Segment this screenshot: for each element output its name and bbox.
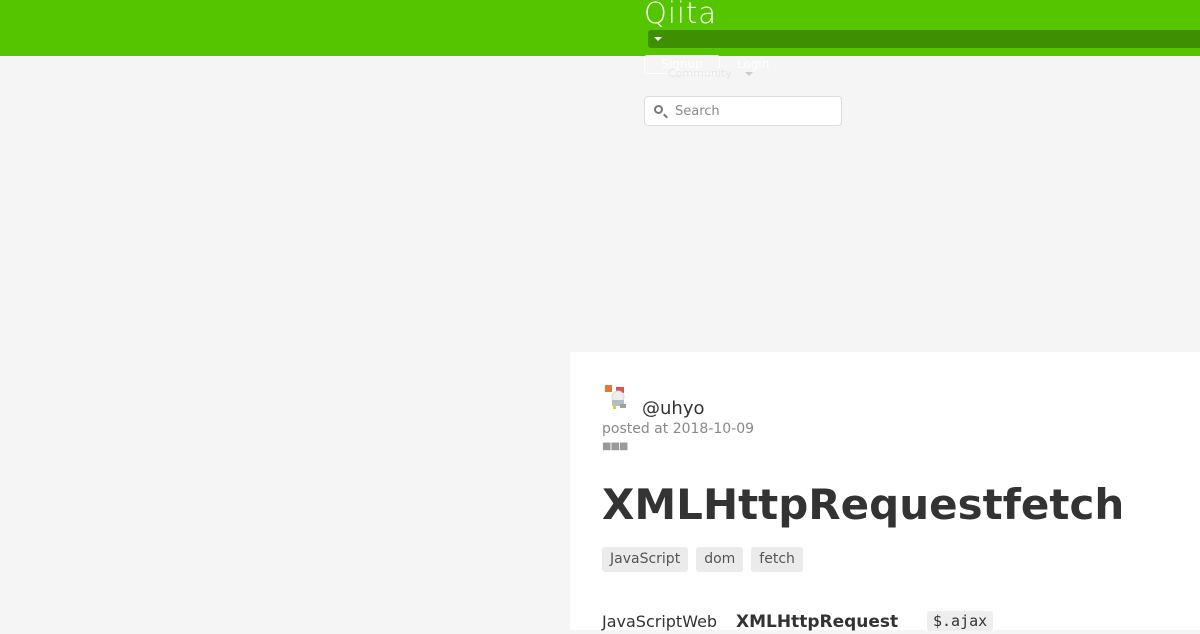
tag-list: JavaScript dom fetch — [602, 547, 803, 572]
posted-date: posted at 2018-10-09 — [602, 421, 755, 437]
community-menu[interactable]: Community — [668, 67, 732, 80]
article-body-first-line: JavaScriptWeb XMLHttpRequest $.ajax — [602, 611, 1200, 634]
search-box[interactable] — [644, 96, 842, 126]
community-chevron-down-icon[interactable] — [745, 72, 753, 76]
qiita-logo[interactable]: Qiita — [644, 0, 717, 30]
author-name[interactable]: @uhyo — [642, 398, 704, 419]
avatar-image — [605, 385, 626, 409]
header-dropdown-bar[interactable] — [648, 30, 1200, 48]
body-bold-text: XMLHttpRequest — [736, 612, 899, 632]
search-icon — [654, 105, 663, 114]
body-text: JavaScriptWeb — [602, 612, 718, 631]
article-title: XMLHttpRequestfetch — [602, 480, 1125, 529]
more-options-icon[interactable]: ■■■ — [602, 442, 628, 452]
body-inline-code: $.ajax — [927, 611, 994, 631]
tag-dom[interactable]: dom — [696, 547, 744, 572]
search-input[interactable] — [675, 102, 835, 120]
tag-javascript[interactable]: JavaScript — [602, 547, 689, 572]
tag-fetch[interactable]: fetch — [751, 547, 803, 572]
avatar[interactable] — [604, 384, 630, 412]
top-header: Qiita — [0, 0, 1200, 56]
chevron-down-icon[interactable] — [654, 37, 662, 41]
login-link[interactable]: Login — [737, 57, 769, 71]
